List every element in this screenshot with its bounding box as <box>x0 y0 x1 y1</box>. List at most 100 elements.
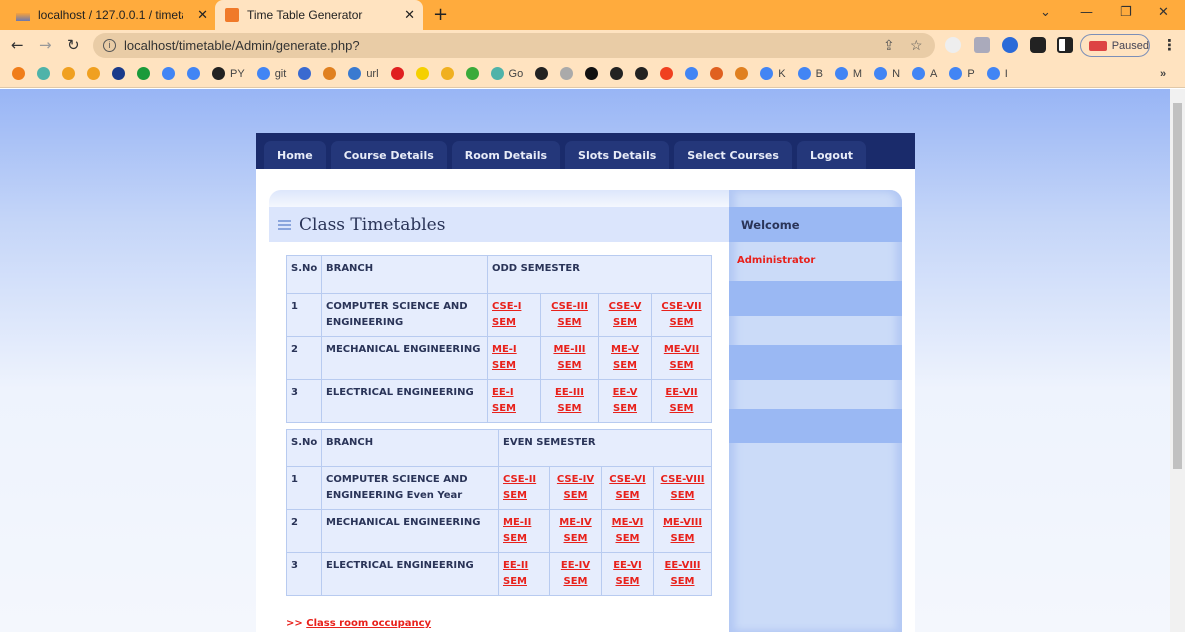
bookmark-item[interactable]: I <box>986 67 1008 80</box>
semester-link[interactable]: EE-VII SEM <box>665 387 697 414</box>
semester-link[interactable]: CSE-V SEM <box>609 301 642 328</box>
share-icon[interactable]: ⇪ <box>883 37 895 54</box>
semester-link[interactable]: ME-VI SEM <box>612 517 644 544</box>
semester-link[interactable]: CSE-VIII SEM <box>661 474 705 501</box>
page-scrollbar[interactable] <box>1170 89 1185 632</box>
nav-home[interactable]: Home <box>264 141 326 169</box>
bookmark-item[interactable] <box>610 67 624 80</box>
bookmark-item[interactable] <box>12 67 25 80</box>
bookmark-item[interactable]: K <box>760 67 786 80</box>
semester-link[interactable]: ME-V SEM <box>611 344 639 371</box>
forward-icon[interactable]: → <box>39 36 52 54</box>
restore-icon[interactable]: ❐ <box>1120 5 1132 20</box>
bookmark-item[interactable] <box>440 67 454 80</box>
close-tab-icon[interactable]: ✕ <box>197 7 208 23</box>
semester-cell: ME-I SEM <box>487 336 541 380</box>
bookmark-label: A <box>930 67 938 80</box>
semester-link[interactable]: EE-II SEM <box>503 560 528 587</box>
bookmark-item[interactable] <box>465 67 479 80</box>
semester-link[interactable]: EE-I SEM <box>492 387 516 414</box>
bookmark-item[interactable]: url <box>348 67 379 80</box>
semester-link[interactable]: CSE-IV SEM <box>557 474 594 501</box>
table-row: 2 MECHANICAL ENGINEERING ME-I SEM ME-III SE… <box>286 336 713 380</box>
odd-semester-table: S.No BRANCH ODD SEMESTER 1 COMPUTER SCIENCE … <box>286 255 713 423</box>
panda-extension-icon[interactable] <box>945 37 961 53</box>
bookmark-item[interactable] <box>685 67 699 80</box>
bookmark-item[interactable] <box>660 67 674 80</box>
bookmark-item[interactable] <box>112 67 125 80</box>
bookmark-favicon-icon <box>874 67 888 80</box>
bookmark-item[interactable] <box>635 67 649 80</box>
nav-slots-details[interactable]: Slots Details <box>565 141 670 169</box>
bookmark-item[interactable]: B <box>797 67 823 80</box>
bookmark-item[interactable]: P <box>949 67 975 80</box>
bookmark-item[interactable] <box>735 67 749 80</box>
main-nav: Home Course Details Room Details Slots D… <box>256 133 915 169</box>
bookmark-item[interactable] <box>87 67 100 80</box>
semester-link[interactable]: ME-I SEM <box>492 344 517 371</box>
menu-icon[interactable]: ⋮ <box>1162 36 1177 54</box>
tab-search-icon[interactable]: ⌄ <box>1040 5 1051 20</box>
bookmark-item[interactable] <box>710 67 724 80</box>
bookmark-item[interactable] <box>37 67 50 80</box>
bookmark-item[interactable] <box>137 67 150 80</box>
semester-link[interactable]: CSE-VII SEM <box>661 301 701 328</box>
bookmark-item[interactable] <box>415 67 429 80</box>
bookmark-favicon-icon <box>735 67 749 80</box>
bookmark-item[interactable]: git <box>256 67 286 80</box>
semester-link[interactable]: EE-VI SEM <box>613 560 642 587</box>
nav-select-courses[interactable]: Select Courses <box>674 141 792 169</box>
semester-link[interactable]: EE-VIII SEM <box>665 560 701 587</box>
semester-link[interactable]: EE-III SEM <box>555 387 584 414</box>
bookmark-item[interactable] <box>585 67 599 80</box>
bookmark-star-icon[interactable]: ☆ <box>910 37 923 54</box>
semester-link[interactable]: CSE-III SEM <box>551 301 588 328</box>
nav-logout[interactable]: Logout <box>796 141 867 169</box>
bookmark-item[interactable]: M <box>834 67 862 80</box>
bookmark-item[interactable] <box>535 67 549 80</box>
reload-icon[interactable]: ↻ <box>67 36 80 54</box>
bookmark-item[interactable] <box>62 67 75 80</box>
profile-button[interactable]: Paused <box>1080 34 1150 57</box>
semester-link[interactable]: CSE-VI SEM <box>609 474 645 501</box>
scrollbar-thumb[interactable] <box>1173 103 1182 469</box>
nav-course-details[interactable]: Course Details <box>330 141 447 169</box>
more-bookmarks-icon[interactable]: » <box>1160 68 1166 80</box>
extension-a-icon[interactable] <box>1002 37 1018 53</box>
class-room-occupancy-link[interactable]: Class room occupancy <box>306 618 431 629</box>
tab-phpmyadmin[interactable]: localhost / 127.0.0.1 / timetable ✕ <box>16 0 216 30</box>
bookmark-item[interactable] <box>560 67 574 80</box>
semester-link[interactable]: ME-II SEM <box>503 517 531 544</box>
extensions-puzzle-icon[interactable] <box>1030 37 1046 53</box>
bookmark-item[interactable] <box>298 67 312 80</box>
semester-link[interactable]: CSE-II SEM <box>503 474 536 501</box>
extension-icon[interactable] <box>974 37 990 53</box>
semester-link[interactable]: EE-IV SEM <box>561 560 590 587</box>
semester-link[interactable]: ME-III SEM <box>553 344 585 371</box>
tab-time-table-generator[interactable]: Time Table Generator ✕ <box>215 0 423 30</box>
bookmark-item[interactable]: PY <box>212 67 245 80</box>
minimize-icon[interactable]: — <box>1080 5 1093 20</box>
close-window-icon[interactable]: ✕ <box>1158 5 1169 20</box>
bookmark-item[interactable] <box>390 67 404 80</box>
semester-link[interactable]: ME-VII SEM <box>664 344 699 371</box>
semester-cell: ME-VIII SEM <box>653 509 712 553</box>
semester-cell: EE-II SEM <box>498 552 550 596</box>
new-tab-icon[interactable]: + <box>433 4 448 25</box>
semester-link[interactable]: CSE-I SEM <box>492 301 521 328</box>
bookmark-item[interactable] <box>162 67 175 80</box>
bookmark-item[interactable]: Go <box>490 67 523 80</box>
bookmark-item[interactable]: N <box>874 67 900 80</box>
semester-link[interactable]: EE-V SEM <box>613 387 638 414</box>
address-bar[interactable]: i localhost/timetable/Admin/generate.php… <box>93 33 935 58</box>
bookmark-item[interactable] <box>187 67 200 80</box>
semester-link[interactable]: ME-VIII SEM <box>663 517 702 544</box>
bookmark-item[interactable] <box>323 67 337 80</box>
nav-room-details[interactable]: Room Details <box>451 141 561 169</box>
back-icon[interactable]: ← <box>11 36 24 54</box>
side-panel-icon[interactable] <box>1057 37 1073 53</box>
site-info-icon[interactable]: i <box>103 39 116 52</box>
semester-link[interactable]: ME-IV SEM <box>559 517 591 544</box>
close-tab-icon[interactable]: ✕ <box>404 7 415 23</box>
bookmark-item[interactable]: A <box>912 67 937 80</box>
